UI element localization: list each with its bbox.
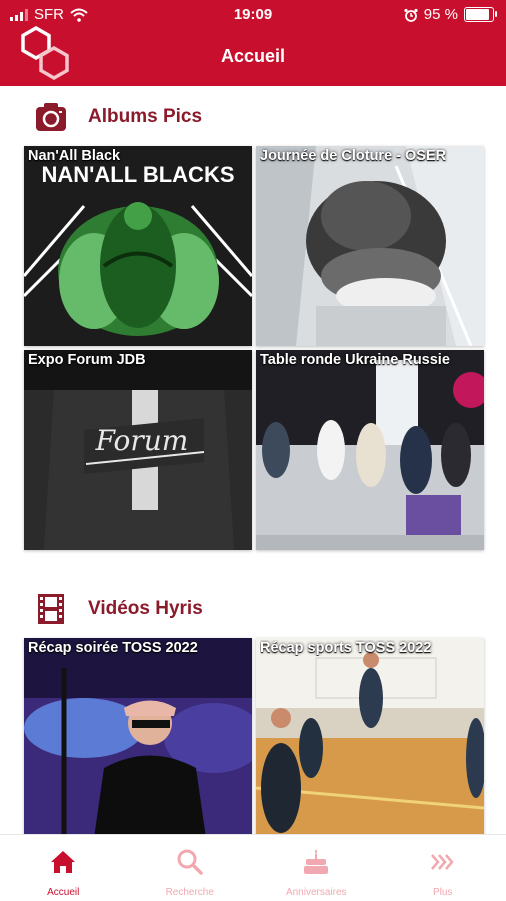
video-tile-recap-sports[interactable]: Récap sports TOSS 2022	[256, 638, 484, 838]
album-tile-table-ronde[interactable]: Table ronde Ukraine Russie	[256, 350, 484, 550]
tab-label: Accueil	[0, 887, 127, 898]
status-bar: SFR 19:09 95 %	[0, 0, 506, 30]
shirt-print-text: Forum	[95, 424, 189, 457]
video-thumbnail	[24, 638, 252, 838]
tab-label: Recherche	[127, 887, 254, 898]
album-title: Journée de Cloture - OSER	[260, 148, 480, 164]
tab-accueil[interactable]: Accueil	[0, 835, 127, 901]
shirt-print-text: NAN'ALL BLACKS	[41, 162, 234, 187]
search-icon	[175, 847, 205, 877]
video-thumbnail	[256, 638, 484, 838]
bottom-tab-bar: Accueil Recherche Anniversaires Plus	[0, 834, 506, 901]
album-tile-nanall-black[interactable]: NAN'ALL BLACKS Nan'All Black	[24, 146, 252, 346]
album-tile-expo-forum[interactable]: Forum Expo Forum JDB	[24, 350, 252, 550]
battery-percent: 95 %	[424, 6, 458, 23]
album-tile-journee-cloture[interactable]: Journée de Cloture - OSER	[256, 146, 484, 346]
albums-section-title: Albums Pics	[88, 106, 202, 128]
tab-recherche[interactable]: Recherche	[127, 835, 254, 901]
cake-icon	[301, 847, 331, 877]
album-thumbnail: Forum	[24, 350, 252, 550]
album-title: Table ronde Ukraine Russie	[260, 352, 480, 368]
videos-section-header[interactable]: Vidéos Hyris	[34, 592, 203, 626]
battery-icon	[464, 7, 494, 22]
album-title: Expo Forum JDB	[28, 352, 248, 368]
camera-icon	[34, 100, 68, 134]
tab-label: Plus	[380, 887, 506, 898]
album-thumbnail	[256, 350, 484, 550]
album-thumbnail: NAN'ALL BLACKS	[24, 146, 252, 346]
video-title: Récap soirée TOSS 2022	[28, 640, 248, 656]
status-right: 95 %	[404, 6, 494, 23]
videos-grid: Récap soirée TOSS 2022 Récap sports TOSS…	[24, 638, 484, 838]
alarm-clock-icon	[404, 8, 418, 22]
video-title: Récap sports TOSS 2022	[260, 640, 480, 656]
film-strip-icon	[34, 592, 68, 626]
video-tile-recap-soiree[interactable]: Récap soirée TOSS 2022	[24, 638, 252, 838]
albums-section-header[interactable]: Albums Pics	[34, 100, 202, 134]
tab-anniversaires[interactable]: Anniversaires	[253, 835, 380, 901]
chevrons-right-icon	[428, 847, 458, 877]
albums-grid: NAN'ALL BLACKS Nan'All Black Journée de …	[24, 146, 484, 550]
home-icon	[48, 847, 78, 877]
album-title: Nan'All Black	[28, 148, 248, 164]
tab-label: Anniversaires	[253, 887, 380, 898]
top-bar: SFR 19:09 95 % Accueil	[0, 0, 506, 86]
videos-section-title: Vidéos Hyris	[88, 598, 203, 620]
page-title: Accueil	[0, 46, 506, 67]
tab-plus[interactable]: Plus	[380, 835, 506, 901]
album-thumbnail	[256, 146, 484, 346]
